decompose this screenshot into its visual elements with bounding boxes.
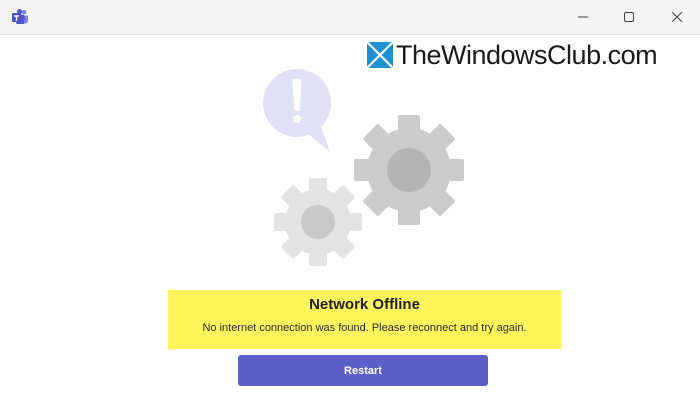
- error-banner: Network Offline No internet connection w…: [168, 290, 561, 349]
- exclamation-speech-bubble-icon: [263, 69, 331, 152]
- app-window: TheWindowsClub.com Network Offline No in…: [0, 0, 700, 417]
- watermark: TheWindowsClub.com: [366, 39, 658, 71]
- small-gear-icon: [274, 178, 362, 266]
- restart-button[interactable]: Restart: [238, 355, 488, 386]
- windows-logo-icon: [366, 41, 394, 69]
- error-title: Network Offline: [309, 296, 420, 313]
- error-message: No internet connection was found. Please…: [202, 322, 527, 334]
- watermark-text: TheWindowsClub.com: [396, 39, 658, 70]
- large-gear-icon: [354, 115, 464, 225]
